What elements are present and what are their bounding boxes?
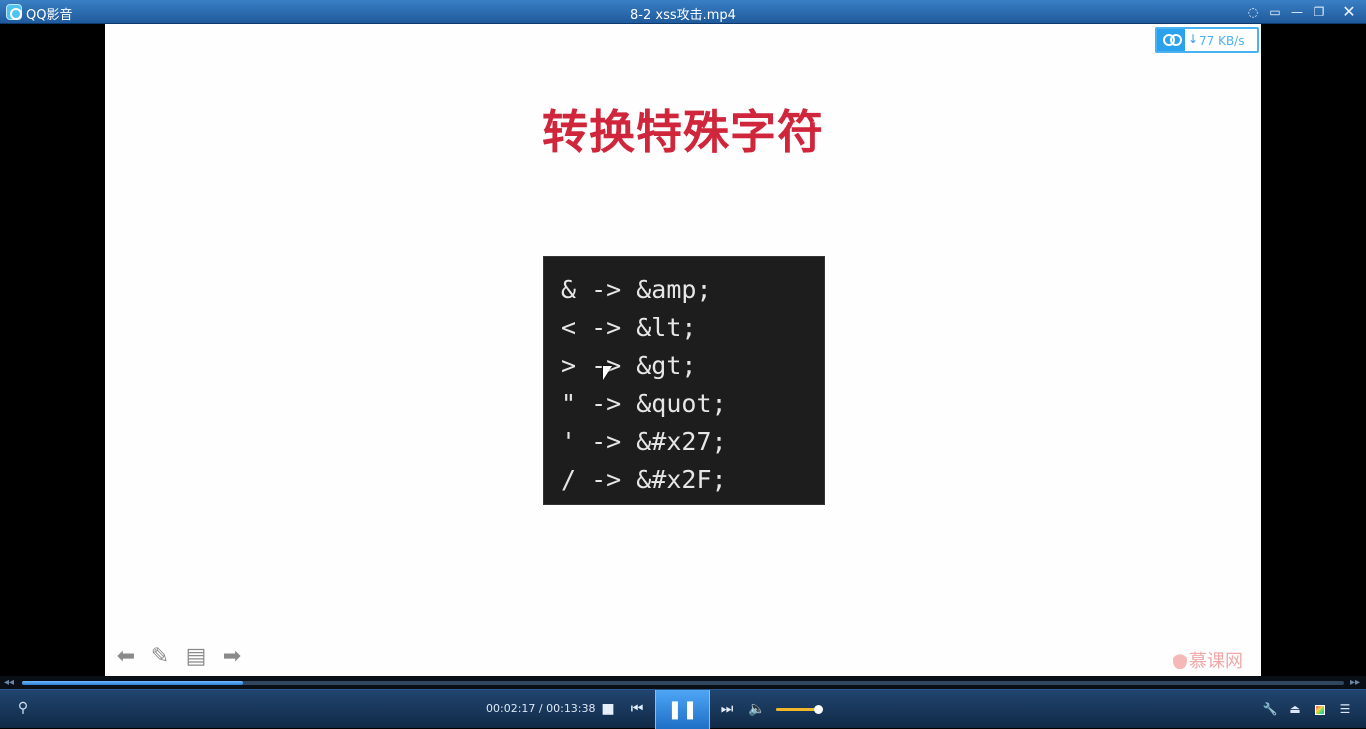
- video-frame: 转换特殊字符 & -> &amp; < -> &lt; > -> &gt; " …: [105, 24, 1261, 676]
- back-arrow-icon[interactable]: ⬅: [113, 644, 139, 670]
- cloud-icon: [1157, 29, 1185, 51]
- pause-button[interactable]: ❚❚: [655, 690, 710, 729]
- seek-bar[interactable]: [22, 681, 1344, 685]
- download-speed: 77 KB/s: [1199, 34, 1245, 48]
- seek-bar-row: ◂◂ ▸▸: [0, 676, 1366, 689]
- playlist-icon[interactable]: ☰: [1335, 700, 1355, 718]
- code-line: < -> &lt;: [561, 313, 697, 342]
- pencil-icon[interactable]: ✎: [147, 644, 173, 670]
- qq-player-logo-icon[interactable]: [6, 4, 22, 20]
- minimize-button[interactable]: —: [1286, 0, 1308, 24]
- code-line: & -> &amp;: [561, 275, 712, 304]
- restore-button[interactable]: ❐: [1308, 0, 1330, 24]
- total-time: 00:13:38: [546, 702, 596, 715]
- code-line: " -> &quot;: [561, 389, 727, 418]
- forward-arrow-icon[interactable]: ➡: [219, 644, 245, 670]
- watermark: 慕课网: [1173, 647, 1243, 673]
- flame-logo-icon: [1173, 647, 1187, 669]
- code-block: & -> &amp; < -> &lt; > -> &gt; " -> &quo…: [543, 256, 825, 505]
- seek-forward-icon[interactable]: ▸▸: [1350, 676, 1360, 689]
- volume-level: [776, 708, 818, 711]
- app-name[interactable]: QQ影音: [26, 4, 72, 23]
- watermark-text: 慕课网: [1189, 651, 1243, 672]
- stop-button[interactable]: ■: [597, 698, 619, 720]
- slide-title: 转换特殊字符: [542, 105, 824, 159]
- mini-mode-icon[interactable]: ▭: [1264, 0, 1286, 24]
- seek-bar-fill: [22, 681, 243, 685]
- download-speed-badge[interactable]: ↓ 77 KB/s: [1155, 27, 1259, 53]
- code-line: ' -> &#x27;: [561, 427, 727, 456]
- previous-button[interactable]: ⏮: [626, 698, 648, 720]
- code-line: > -> &gt;: [561, 351, 697, 380]
- control-bar: ⚲ 00:02:17 / 00:13:38 ■ ⏮ ❚❚ ⏭ 🔈 🔧 ⏏ ☰: [0, 689, 1366, 729]
- feedback-icon[interactable]: ◌: [1242, 0, 1264, 24]
- video-area[interactable]: 转换特殊字符 & -> &amp; < -> &lt; > -> &gt; " …: [0, 24, 1366, 676]
- skin-palette-icon[interactable]: [1310, 700, 1330, 718]
- next-button[interactable]: ⏭: [716, 698, 738, 720]
- download-arrow-icon: ↓: [1188, 32, 1199, 46]
- title-bar: QQ影音 8-2 xss攻击.mp4 ◌ ▭ — ❐ ✕: [0, 0, 1366, 24]
- footprint-icon[interactable]: ⚲: [14, 700, 32, 718]
- current-time: 00:02:17: [486, 702, 536, 715]
- volume-icon[interactable]: 🔈: [746, 698, 768, 720]
- code-line: / -> &#x2F;: [561, 465, 727, 494]
- time-separator: /: [535, 702, 547, 715]
- seek-back-icon[interactable]: ◂◂: [4, 676, 14, 689]
- eject-icon[interactable]: ⏏: [1285, 700, 1305, 718]
- volume-knob[interactable]: [813, 705, 823, 714]
- window-title: 8-2 xss攻击.mp4: [630, 8, 736, 23]
- time-display: 00:02:17 / 00:13:38: [486, 702, 596, 715]
- volume-slider[interactable]: [776, 705, 823, 714]
- close-button[interactable]: ✕: [1336, 0, 1362, 24]
- notes-icon[interactable]: ▤: [183, 644, 209, 670]
- wrench-icon[interactable]: 🔧: [1260, 700, 1280, 718]
